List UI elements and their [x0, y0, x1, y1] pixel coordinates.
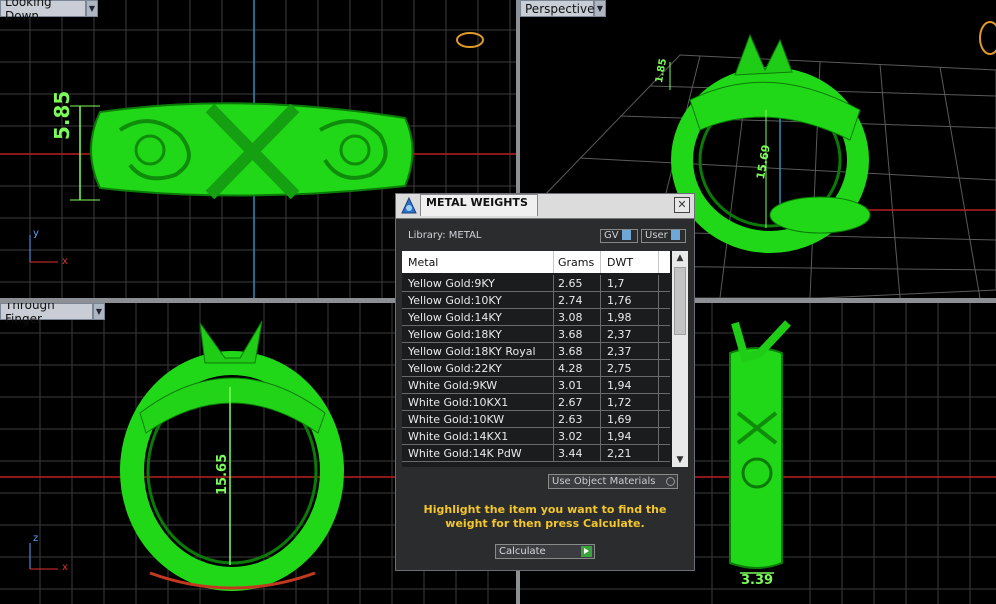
table-body: Yellow Gold:9KY 2.65 1,7 Yellow Gold:10KY 2… — [402, 275, 670, 462]
cell-grams: 3.68 — [558, 328, 583, 341]
cell-grams: 2.74 — [558, 294, 583, 307]
cell-metal: White Gold:10KX1 — [408, 396, 509, 409]
table-row[interactable]: White Gold:10KX1 2.67 1,72 — [402, 394, 670, 411]
column-header-dwt[interactable]: DWT — [607, 256, 633, 269]
dimension-label-width: 5.85 — [50, 90, 74, 140]
library-label: Library: METAL — [408, 230, 482, 241]
cell-grams: 3.68 — [558, 345, 583, 358]
cell-dwt: 1,94 — [607, 430, 632, 443]
toggle-gv-label: GV — [604, 230, 619, 241]
cell-metal: Yellow Gold:10KY — [408, 294, 502, 307]
cell-grams: 2.65 — [558, 277, 583, 290]
scroll-down-icon[interactable]: ▼ — [672, 453, 688, 467]
cell-grams: 2.63 — [558, 413, 583, 426]
table-row[interactable]: Yellow Gold:14KY 3.08 1,98 — [402, 309, 670, 326]
cell-grams: 4.28 — [558, 362, 583, 375]
instruction-text: Highlight the item you want to find the … — [423, 503, 667, 530]
cell-dwt: 1,72 — [607, 396, 632, 409]
ring-thumbnail-icon — [979, 21, 996, 55]
viewport-dropdown-icon[interactable]: ▼ — [86, 0, 98, 17]
dialog-title: METAL WEIGHTS — [426, 196, 528, 209]
cell-metal: Yellow Gold:9KY — [408, 277, 495, 290]
scrollbar-thumb[interactable] — [674, 267, 686, 335]
table-scrollbar[interactable]: ▲ ▼ — [672, 251, 688, 467]
ring-front — [120, 320, 344, 591]
cell-dwt: 1,98 — [607, 311, 632, 324]
toggle-user-label: User — [645, 230, 668, 241]
viewport-label-perspective[interactable]: Perspective — [520, 0, 595, 17]
dimension-label-inner-diameter: 15.65 — [215, 453, 230, 495]
axis-x-label: x — [62, 256, 68, 267]
cell-metal: White Gold:14KX1 — [408, 430, 509, 443]
ring-band-top — [90, 102, 414, 200]
table-row[interactable]: Yellow Gold:10KY 2.74 1,76 — [402, 292, 670, 309]
table-header: Metal Grams DWT — [402, 251, 670, 273]
table-row[interactable]: Yellow Gold:9KY 2.65 1,7 — [402, 275, 670, 292]
cell-metal: Yellow Gold:18KY — [408, 328, 502, 341]
cell-dwt: 1,7 — [607, 277, 625, 290]
table-row[interactable]: Yellow Gold:18KY Royal 3.68 2,37 — [402, 343, 670, 360]
viewport-dropdown-icon[interactable]: ▼ — [594, 0, 606, 17]
viewport-dropdown-icon[interactable]: ▼ — [93, 303, 105, 320]
cell-dwt: 1,69 — [607, 413, 632, 426]
cell-grams: 3.02 — [558, 430, 583, 443]
table-row[interactable]: Yellow Gold:22KY 4.28 2,75 — [402, 360, 670, 377]
close-icon[interactable]: ✕ — [674, 197, 690, 213]
toggle-gv[interactable]: GV — [600, 229, 638, 243]
calculate-button[interactable]: Calculate — [495, 544, 595, 559]
toggle-indicator-icon — [670, 230, 680, 240]
scroll-up-icon[interactable]: ▲ — [672, 251, 688, 265]
toggle-indicator-icon — [621, 230, 631, 240]
cell-metal: White Gold:9KW — [408, 379, 498, 392]
cell-dwt: 2,75 — [607, 362, 632, 375]
cell-dwt: 2,21 — [607, 447, 632, 460]
cell-grams: 3.08 — [558, 311, 583, 324]
cell-dwt: 2,37 — [607, 345, 632, 358]
cell-metal: White Gold:14K PdW — [408, 447, 522, 460]
cell-dwt: 1,76 — [607, 294, 632, 307]
toggle-user[interactable]: User — [641, 229, 686, 243]
cell-grams: 3.44 — [558, 447, 583, 460]
axis-z-label: z — [33, 533, 39, 544]
cell-metal: White Gold:10KW — [408, 413, 505, 426]
axis-x-label: x — [62, 562, 68, 573]
dimension-label-band-width: 3.39 — [741, 573, 774, 588]
cell-dwt: 1,94 — [607, 379, 632, 392]
column-header-grams[interactable]: Grams — [558, 256, 594, 269]
table-row[interactable]: Yellow Gold:18KY 3.68 2,37 — [402, 326, 670, 343]
ring-thumbnail-icon — [456, 32, 484, 48]
app-logo-icon — [401, 196, 417, 214]
ring-side — [729, 320, 791, 569]
cell-metal: Yellow Gold:18KY Royal — [408, 345, 536, 358]
cell-metal: Yellow Gold:22KY — [408, 362, 502, 375]
cell-metal: Yellow Gold:14KY — [408, 311, 502, 324]
table-row[interactable]: White Gold:14KX1 3.02 1,94 — [402, 428, 670, 445]
cell-dwt: 2,37 — [607, 328, 632, 341]
table-row[interactable]: White Gold:10KW 2.63 1,69 — [402, 411, 670, 428]
viewport-label-looking-down[interactable]: Looking Down — [0, 0, 86, 23]
cell-grams: 2.67 — [558, 396, 583, 409]
cell-grams: 3.01 — [558, 379, 583, 392]
table-row[interactable]: White Gold:14K PdW 3.44 2,21 — [402, 445, 670, 462]
column-header-metal[interactable]: Metal — [408, 256, 438, 269]
use-object-materials-label: Use Object Materials — [552, 476, 656, 487]
axis-y-label: y — [33, 228, 39, 239]
ring-perspective — [671, 33, 871, 253]
calculate-label: Calculate — [499, 546, 546, 557]
dialog-titlebar[interactable]: METAL WEIGHTS ✕ — [396, 194, 694, 219]
metal-weights-dialog: METAL WEIGHTS ✕ Library: METAL GV User M… — [395, 193, 695, 571]
viewport-label-through-finger[interactable]: Through Finger — [0, 303, 93, 326]
metal-table: Metal Grams DWT Yellow Gold:9KY 2.65 1,7 Y… — [402, 251, 688, 467]
play-icon — [581, 546, 592, 557]
use-object-materials-toggle[interactable]: Use Object Materials — [548, 474, 678, 489]
toggle-indicator-icon — [666, 477, 675, 486]
table-row[interactable]: White Gold:9KW 3.01 1,94 — [402, 377, 670, 394]
